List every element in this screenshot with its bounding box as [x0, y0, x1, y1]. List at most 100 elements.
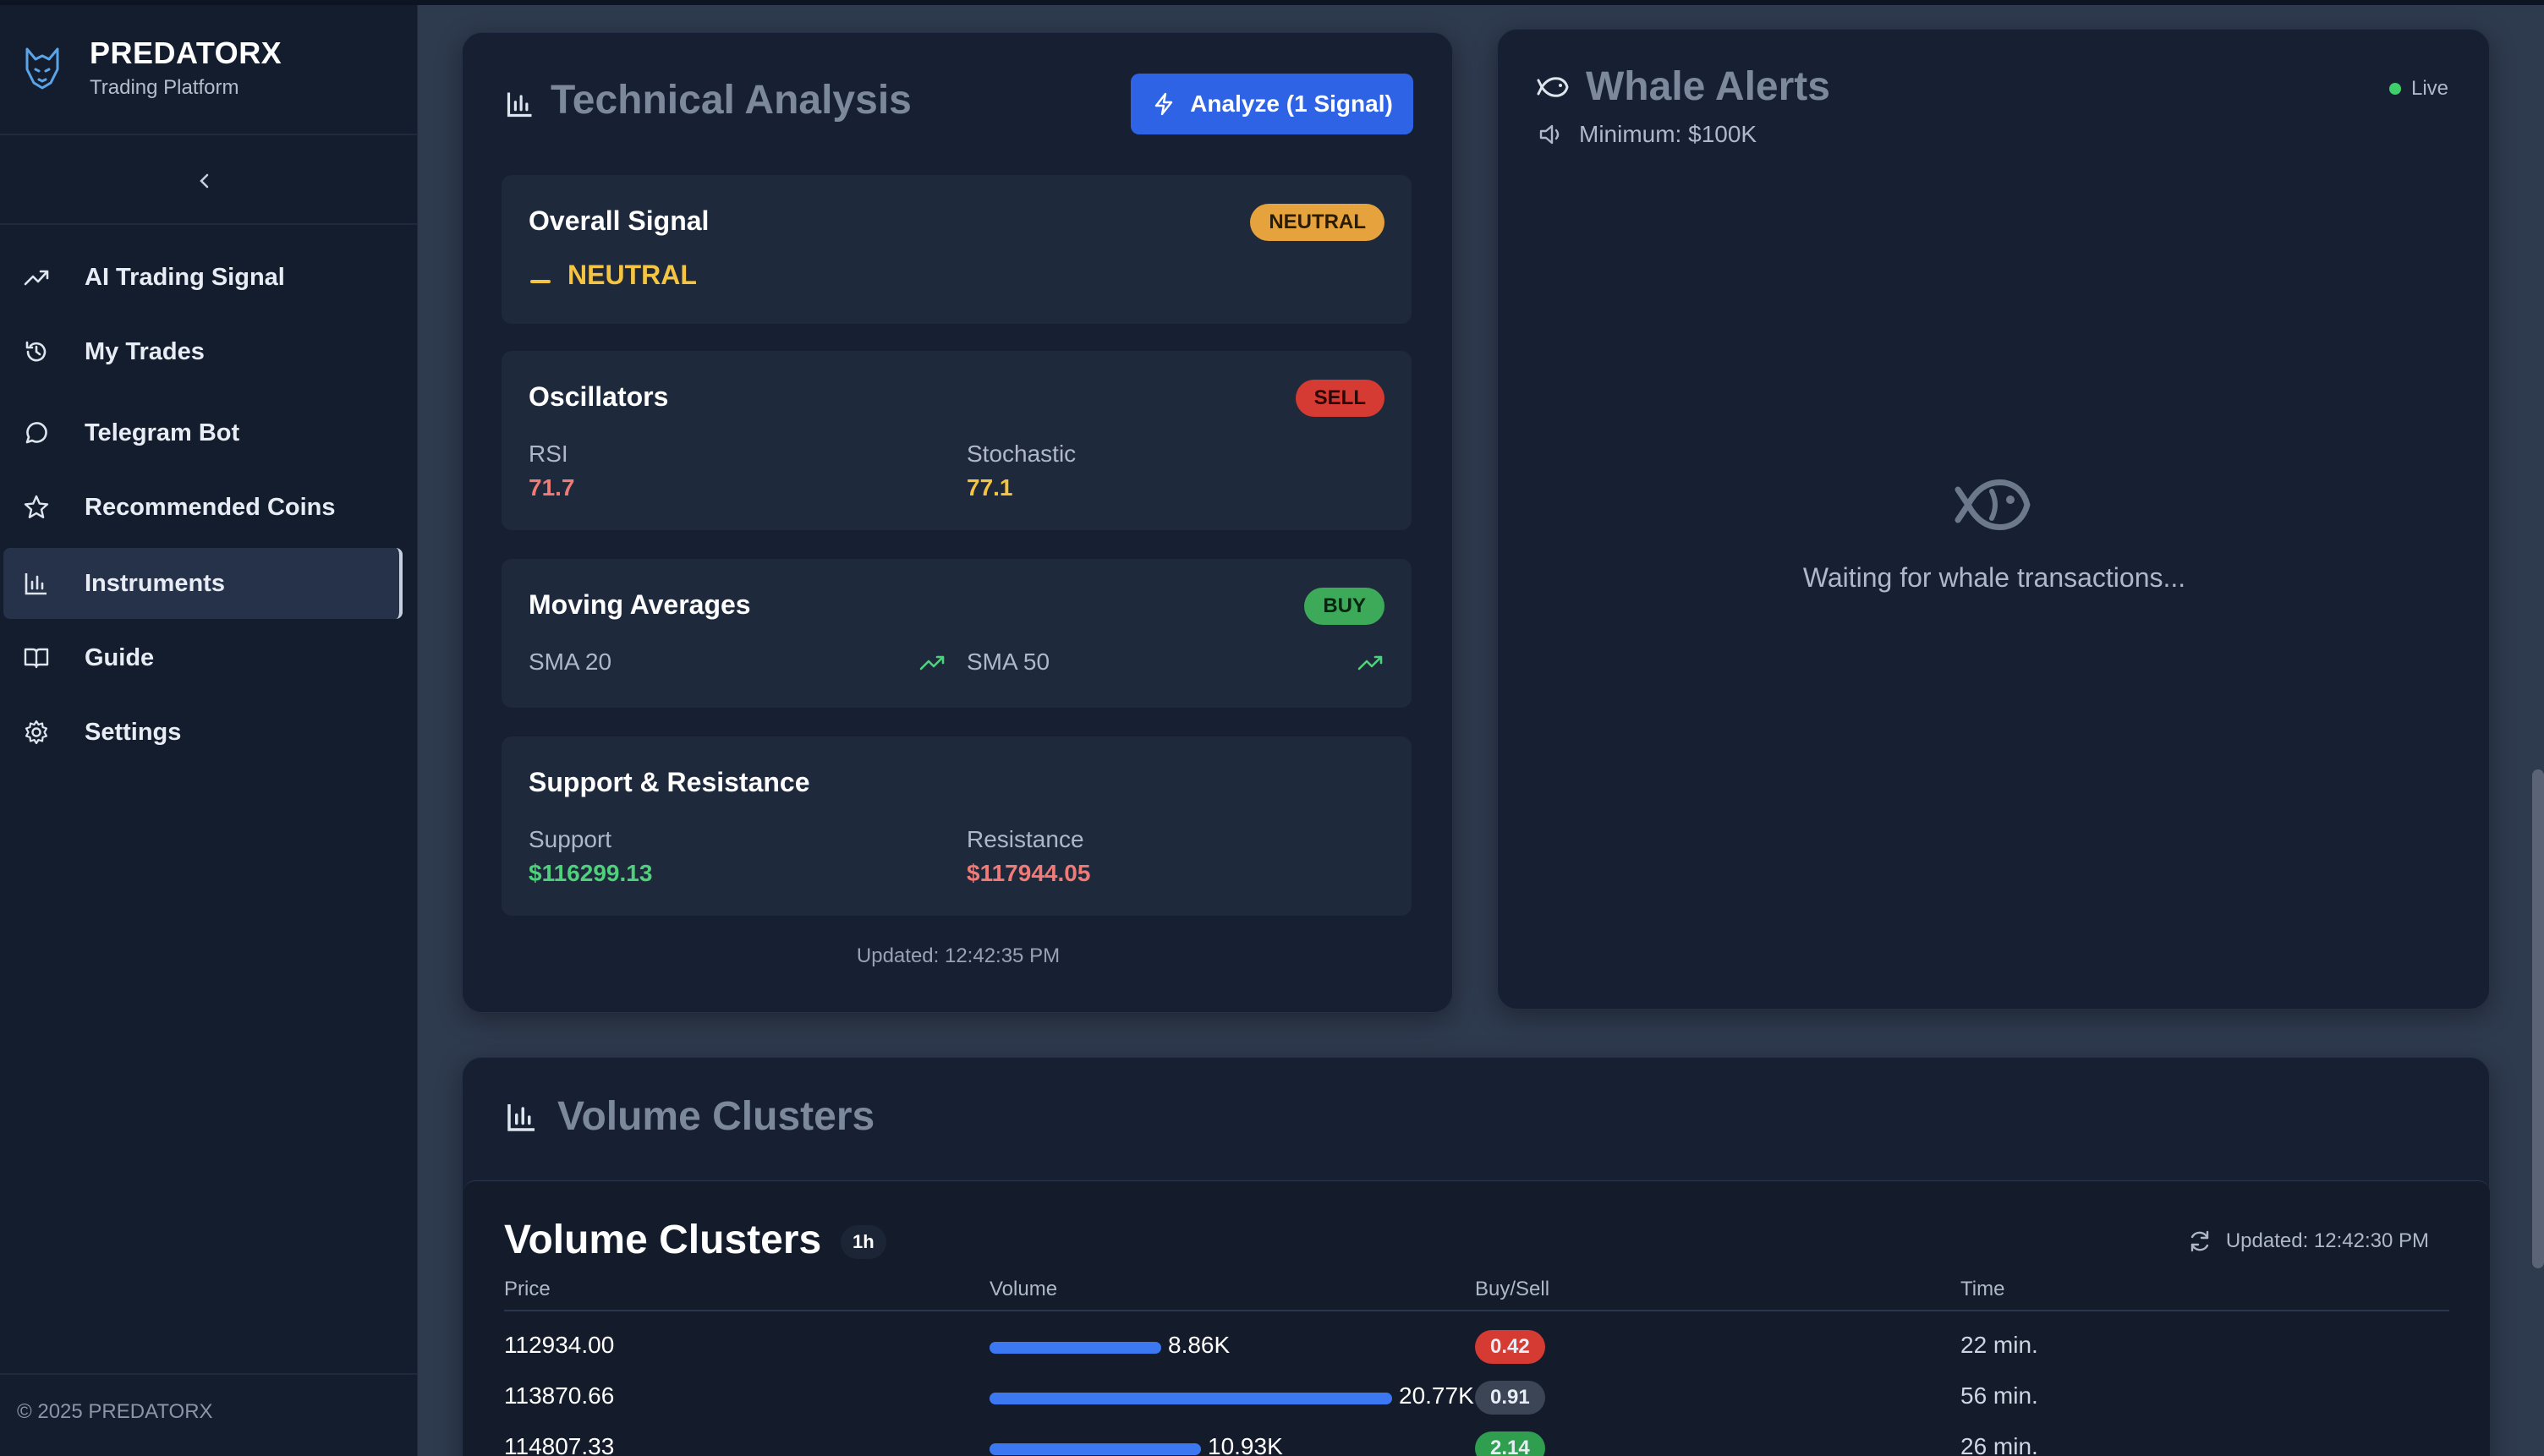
bar-chart-icon — [507, 1104, 535, 1131]
divider — [0, 134, 418, 135]
minimum-threshold: Minimum: $100K — [1538, 121, 1757, 148]
status-badge: BUY — [1304, 588, 1384, 625]
fish-icon — [1955, 479, 2031, 530]
sidebar-item-ai-trading-signal[interactable]: AI Trading Signal — [3, 242, 403, 313]
sidebar-item-recommended-coins[interactable]: Recommended Coins — [3, 472, 403, 543]
card-title: Volume Clusters — [557, 1094, 875, 1139]
trending-up-icon — [22, 263, 51, 292]
brand[interactable]: PREDATORX Trading Platform — [20, 36, 282, 100]
sidebar-item-telegram-bot[interactable]: Telegram Bot — [3, 397, 403, 468]
volume-bar — [990, 1393, 1392, 1404]
volume-icon — [1539, 124, 1560, 145]
rsi-label: RSI — [529, 441, 568, 467]
sidebar-item-label: Guide — [85, 643, 155, 671]
book-icon — [22, 643, 51, 672]
bar-chart-icon — [22, 569, 51, 598]
chat-bubble-icon — [22, 419, 51, 447]
interval-badge[interactable]: 1h — [841, 1225, 886, 1259]
sidebar-item-label: Recommended Coins — [85, 493, 336, 521]
trending-up-icon — [919, 655, 945, 671]
overall-signal-panel: Overall Signal NEUTRAL NEUTRAL — [502, 175, 1412, 324]
divider — [0, 1373, 418, 1375]
volume-bar — [990, 1342, 1161, 1354]
cell-time: 22 min. — [1960, 1332, 2038, 1358]
live-label: Live — [2410, 77, 2448, 100]
cell-price: 112934.00 — [504, 1332, 615, 1358]
status-badge: NEUTRAL — [1250, 204, 1384, 241]
sidebar-item-instruments[interactable]: Instruments — [3, 548, 403, 619]
wolf-logo-icon — [25, 47, 59, 90]
empty-state-message: Waiting for whale transactions... — [1802, 562, 2186, 593]
sidebar: PREDATORX Trading Platform AI Trading Si… — [0, 5, 418, 1456]
whale-alerts-card: Whale Alerts Live Minimum: $100K Waiting… — [1497, 29, 2490, 1010]
table-row[interactable]: 114807.33 10.93K 2.14 26 min. — [463, 1428, 2490, 1456]
resistance-value: $117944.05 — [967, 860, 1091, 886]
support-resistance-panel: Support & Resistance Support $116299.13 … — [502, 736, 1412, 916]
trending-up-icon — [1357, 655, 1383, 671]
sidebar-item-label: Instruments — [85, 569, 225, 597]
live-indicator: Live — [2388, 77, 2448, 101]
status-badge: SELL — [1295, 380, 1384, 417]
sidebar-item-guide[interactable]: Guide — [3, 622, 403, 693]
cell-time: 26 min. — [1960, 1433, 2038, 1456]
column-header-time: Time — [1960, 1278, 2005, 1300]
oscillators-panel: Oscillators SELL RSI 71.7 Stochastic 77.… — [502, 351, 1412, 530]
panel-title: Support & Resistance — [529, 767, 810, 797]
refresh-status[interactable]: Updated: 12:42:30 PM — [2187, 1229, 2429, 1254]
panel-title: Oscillators — [529, 381, 669, 412]
brand-subtitle: Trading Platform — [90, 76, 239, 99]
support-label: Support — [529, 826, 612, 852]
column-header-buysell: Buy/Sell — [1475, 1278, 1550, 1300]
cell-volume: 20.77K — [1399, 1382, 1474, 1409]
analyze-button[interactable]: Analyze (1 Signal) — [1131, 74, 1413, 134]
cell-volume: 10.93K — [1208, 1433, 1283, 1456]
header-divider — [504, 1310, 2449, 1311]
updated-timestamp: Updated: 12:42:35 PM — [856, 944, 1061, 967]
buysell-ratio-badge: 0.42 — [1475, 1330, 1545, 1364]
table-title: Volume Clusters — [504, 1218, 822, 1262]
star-icon — [22, 493, 51, 522]
minus-icon — [530, 280, 551, 283]
copyright: © 2025 PREDATORX — [17, 1400, 213, 1423]
sidebar-item-settings[interactable]: Settings — [3, 697, 403, 768]
panel-title: Overall Signal — [529, 205, 710, 236]
resistance-label: Resistance — [967, 826, 1084, 852]
brand-title: PREDATORX — [90, 36, 282, 70]
fish-icon — [1537, 77, 1569, 97]
cell-time: 56 min. — [1960, 1382, 2038, 1409]
technical-analysis-card: Technical Analysis Analyze (1 Signal) Ov… — [462, 32, 1453, 1013]
live-dot — [2388, 83, 2401, 95]
minimum-label: Minimum: $100K — [1579, 121, 1757, 147]
buysell-ratio-badge: 2.14 — [1475, 1431, 1545, 1456]
updated-timestamp: Updated: 12:42:30 PM — [2225, 1229, 2429, 1252]
volume-clusters-table-panel: Volume Clusters 1h Updated: 12:42:30 PM … — [463, 1180, 2490, 1456]
cell-price: 114807.33 — [504, 1433, 615, 1456]
buysell-ratio-badge: 0.91 — [1475, 1381, 1545, 1415]
bar-chart-icon — [507, 92, 532, 118]
column-header-volume: Volume — [990, 1278, 1058, 1300]
sidebar-item-label: Telegram Bot — [85, 419, 240, 446]
table-row[interactable]: 113870.66 20.77K 0.91 56 min. — [463, 1377, 2490, 1420]
stochastic-label: Stochastic — [967, 441, 1077, 467]
sma20-label: SMA 20 — [529, 649, 612, 675]
page-scrollbar[interactable] — [2532, 769, 2544, 1268]
volume-bar — [990, 1443, 1201, 1455]
history-icon — [22, 337, 51, 366]
rsi-value: 71.7 — [529, 474, 575, 501]
divider — [0, 223, 418, 225]
sidebar-item-label: AI Trading Signal — [85, 263, 285, 291]
lightning-icon — [1154, 92, 1173, 116]
collapse-sidebar-button[interactable] — [189, 166, 220, 196]
table-row[interactable]: 112934.00 8.86K 0.42 22 min. — [463, 1327, 2490, 1369]
cell-price: 113870.66 — [504, 1382, 615, 1409]
sidebar-item-label: My Trades — [85, 337, 205, 365]
overall-signal-value: NEUTRAL — [567, 260, 697, 290]
moving-averages-panel: Moving Averages BUY SMA 20 SMA 50 — [502, 559, 1412, 708]
sma50-label: SMA 50 — [967, 649, 1050, 675]
stochastic-value: 77.1 — [967, 474, 1013, 501]
sidebar-item-my-trades[interactable]: My Trades — [3, 316, 403, 387]
support-value: $116299.13 — [529, 860, 653, 886]
cell-volume: 8.86K — [1168, 1332, 1231, 1358]
sidebar-item-label: Settings — [85, 718, 182, 746]
refresh-icon — [2190, 1230, 2209, 1252]
